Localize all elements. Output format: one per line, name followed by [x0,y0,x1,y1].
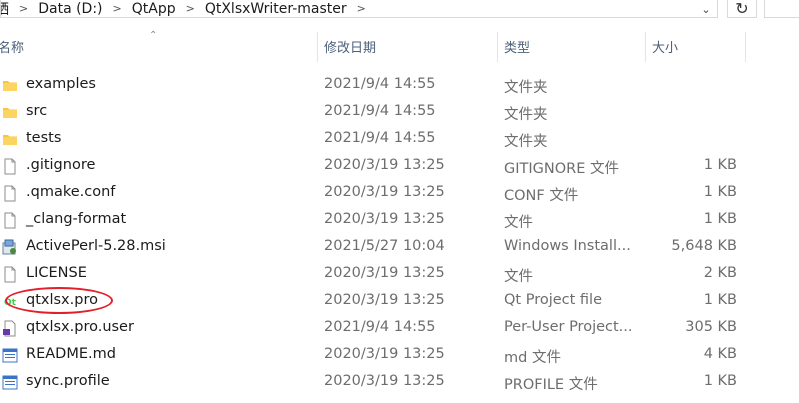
address-bar: 晒 > Data (D:) > QtApp > QtXlsxWriter-mas… [0,0,799,22]
file-modified-date: 2021/9/4 14:55 [324,319,436,335]
file-row[interactable]: examples 2021/9/4 14:55 文件夹 [0,72,799,99]
file-name: .gitignore [26,157,96,173]
file-modified-date: 2020/3/19 13:25 [324,184,445,200]
file-name: .qmake.conf [26,184,116,200]
file-row[interactable]: .gitignore 2020/3/19 13:25 GITIGNORE 文件 1 K… [0,153,799,180]
file-size: 1 KB [703,292,737,308]
chevron-right-icon[interactable]: > [109,2,126,15]
file-type: 文件夹 [504,134,548,150]
file-row[interactable]: README.md 2020/3/19 13:25 md 文件 4 KB [0,342,799,369]
file-name: ActivePerl-5.28.msi [26,238,166,254]
file-modified-date: 2020/3/19 13:25 [324,292,445,308]
file-type: md 文件 [504,350,561,366]
history-dropdown-button[interactable]: ⌄ [694,0,718,18]
file-modified-date: 2021/9/4 14:55 [324,130,436,146]
highlight-ellipse [5,287,113,314]
chevron-right-icon[interactable]: > [15,2,32,15]
file-name: examples [26,76,96,92]
column-header-row: 名称 修改日期 类型 大小 [0,30,799,62]
file-name: sync.profile [26,373,110,389]
file-type: 文件 [504,269,533,285]
file-icon [2,266,18,283]
file-row[interactable]: qtxlsx.pro.user 2021/9/4 14:55 Per-User Pr… [0,315,799,342]
file-modified-date: 2021/9/4 14:55 [324,103,436,119]
file-name: LICENSE [26,265,87,281]
file-row[interactable]: _clang-format 2020/3/19 13:25 文件 1 KB [0,207,799,234]
file-size: 5,648 KB [671,238,737,254]
file-icon [2,158,18,175]
refresh-button[interactable]: ↻ [727,0,757,18]
breadcrumb-item-drive[interactable]: Data (D:) [32,1,108,17]
file-modified-date: 2021/5/27 10:04 [324,238,445,254]
folder-icon [2,77,18,94]
file-modified-date: 2020/3/19 13:25 [324,211,445,227]
file-type: Per-User Project... [504,319,633,335]
column-header-date[interactable]: 修改日期 [320,30,497,62]
file-modified-date: 2020/3/19 13:25 [324,346,445,362]
file-row[interactable]: LICENSE 2020/3/19 13:25 文件 2 KB [0,261,799,288]
file-name: qtxlsx.pro.user [26,319,134,335]
file-icon [2,212,18,229]
file-modified-date: 2020/3/19 13:25 [324,157,445,173]
file-type: 文件夹 [504,107,548,123]
column-header-date-label: 修改日期 [324,40,377,56]
column-header-type[interactable]: 类型 [500,30,645,62]
column-header-size[interactable]: 大小 [648,30,745,62]
file-row[interactable]: Qt qtxlsx.pro 2020/3/19 13:25 Qt Project fi… [0,288,799,315]
file-modified-date: 2021/9/4 14:55 [324,76,436,92]
file-row[interactable]: src 2021/9/4 14:55 文件夹 [0,99,799,126]
folder-icon [2,131,18,148]
file-row[interactable]: tests 2021/9/4 14:55 文件夹 [0,126,799,153]
chevron-right-icon[interactable]: > [353,2,370,15]
column-divider[interactable] [497,32,498,62]
breadcrumb[interactable]: 晒 > Data (D:) > QtApp > QtXlsxWriter-mas… [0,0,718,18]
file-list: examples 2021/9/4 14:55 文件夹 src 2021/9/4 14:… [0,72,799,396]
column-divider[interactable] [745,32,746,62]
file-type: Qt Project file [504,292,603,308]
file-size: 305 KB [685,319,737,335]
installer-icon [2,239,18,256]
breadcrumb-item-qtapp[interactable]: QtApp [126,1,182,17]
folder-icon [2,104,18,121]
file-name: src [26,103,48,119]
document-icon [2,374,18,391]
file-icon [2,185,18,202]
refresh-icon: ↻ [735,0,749,18]
file-row[interactable]: sync.profile 2020/3/19 13:25 PROFILE 文件 1 K… [0,369,799,396]
file-modified-date: 2020/3/19 13:25 [324,373,445,389]
user-file-icon [2,320,18,337]
file-type: GITIGNORE 文件 [504,161,619,177]
file-type: 文件 [504,215,533,231]
column-header-type-label: 类型 [504,40,531,56]
breadcrumb-item-current[interactable]: QtXlsxWriter-master [199,1,353,17]
file-type: CONF 文件 [504,188,579,204]
file-name: README.md [26,346,116,362]
file-size: 1 KB [703,184,737,200]
file-row[interactable]: ActivePerl-5.28.msi 2021/5/27 10:04 Window… [0,234,799,261]
column-header-name[interactable]: 名称 [0,30,320,62]
file-type: Windows Install... [504,238,631,254]
file-type: PROFILE 文件 [504,377,598,393]
column-header-size-label: 大小 [652,40,679,56]
file-row[interactable]: .qmake.conf 2020/3/19 13:25 CONF 文件 1 KB [0,180,799,207]
file-size: 1 KB [703,211,737,227]
file-size: 1 KB [703,373,737,389]
file-type: 文件夹 [504,80,548,96]
file-size: 2 KB [703,265,737,281]
column-divider[interactable] [645,32,646,62]
file-name: _clang-format [26,211,127,227]
file-size: 1 KB [703,157,737,173]
file-modified-date: 2020/3/19 13:25 [324,265,445,281]
file-name: tests [26,130,62,146]
document-icon [2,347,18,364]
column-header-name-label: 名称 [0,40,25,56]
breadcrumb-item-root[interactable]: 晒 [1,0,15,18]
chevron-right-icon[interactable]: > [182,2,199,15]
file-size: 4 KB [703,346,737,362]
column-divider[interactable] [317,32,318,62]
search-input[interactable] [764,0,799,18]
sort-ascending-icon: ⌃ [149,30,158,41]
chevron-down-icon: ⌄ [701,2,711,16]
